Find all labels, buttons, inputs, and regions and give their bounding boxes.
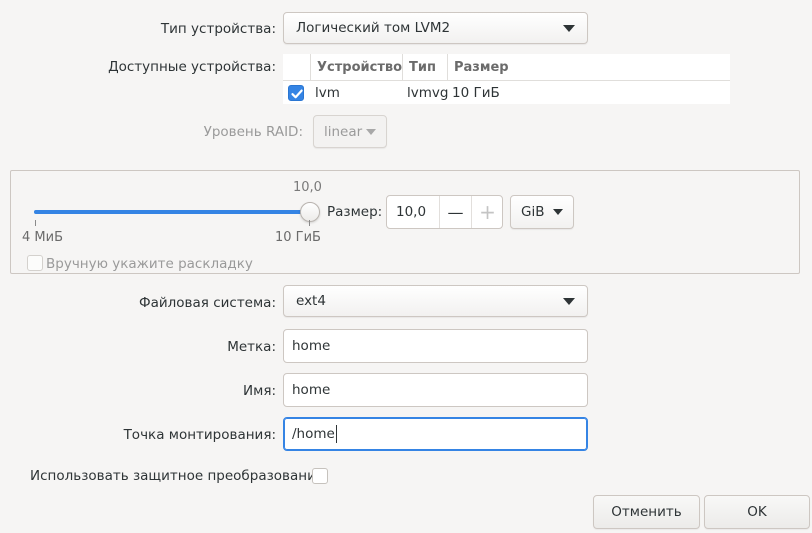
chevron-down-icon: [563, 24, 575, 32]
device-name-cell: lvm: [315, 85, 340, 101]
label-input-value: home: [292, 338, 331, 354]
filesystem-value: ext4: [296, 293, 326, 309]
size-spinbutton[interactable]: 10,0 — +: [386, 195, 503, 229]
slider-fill: [34, 210, 310, 214]
manual-layout-checkbox: [27, 255, 43, 271]
device-type-value: Логический том LVM2: [296, 20, 451, 36]
size-slider[interactable]: [34, 210, 310, 214]
label-field-label: Метка:: [227, 339, 276, 355]
slider-min-mark: [35, 220, 36, 226]
slider-value-label: 10,0: [293, 180, 322, 195]
mountpoint-input[interactable]: /home: [283, 417, 588, 451]
raid-level-label: Уровень RAID:: [203, 124, 303, 140]
size-value[interactable]: 10,0: [396, 196, 426, 228]
slider-min-label: 4 МиБ: [22, 230, 63, 245]
filesystem-label: Файловая система:: [139, 295, 276, 311]
name-field-label: Имя:: [243, 383, 276, 399]
column-header-size[interactable]: Размер: [447, 54, 730, 81]
size-unit-combo[interactable]: GiB: [510, 195, 574, 229]
cancel-button[interactable]: Отменить: [593, 495, 700, 529]
chevron-down-icon: [553, 209, 563, 215]
device-checkbox[interactable]: [288, 85, 304, 101]
device-type-label: Тип устройства:: [160, 21, 276, 37]
device-type-cell: lvmvg: [407, 85, 449, 101]
size-label: Размер:: [327, 204, 383, 220]
chevron-down-icon: [366, 128, 376, 135]
checkmark-icon: [291, 89, 303, 99]
device-type-combo[interactable]: Логический том LVM2: [283, 12, 588, 44]
ok-button[interactable]: OK: [704, 495, 810, 529]
column-header-device[interactable]: Устройство: [310, 54, 402, 81]
table-header: Устройство Тип Размер: [283, 54, 730, 81]
name-input[interactable]: home: [283, 373, 588, 407]
device-size-cell: 10 ГиБ: [452, 85, 500, 101]
encryption-checkbox[interactable]: [312, 468, 328, 484]
increment-button[interactable]: +: [471, 196, 503, 228]
filesystem-combo[interactable]: ext4: [283, 285, 588, 317]
chevron-down-icon: [563, 297, 575, 305]
size-unit-value: GiB: [521, 204, 545, 220]
column-header-type[interactable]: Тип: [402, 54, 447, 81]
name-input-value: home: [292, 382, 331, 398]
mountpoint-label: Точка монтирования:: [123, 427, 276, 443]
mountpoint-input-value: /home: [292, 426, 335, 442]
available-devices-table: Устройство Тип Размер lvm lvmvg 10 ГиБ: [283, 54, 730, 104]
manual-layout-label: Вручную укажите раскладку: [46, 256, 253, 272]
raid-level-combo: linear: [313, 115, 387, 148]
slider-max-mark: [309, 220, 310, 226]
raid-level-value: linear: [324, 123, 363, 140]
label-input[interactable]: home: [283, 329, 588, 363]
slider-max-label: 10 ГиБ: [275, 230, 321, 245]
available-devices-label: Доступные устройства:: [108, 59, 276, 75]
text-cursor: [335, 425, 337, 443]
encryption-label: Использовать защитное преобразование:: [30, 468, 329, 484]
slider-handle[interactable]: [300, 202, 320, 222]
decrement-button[interactable]: —: [439, 196, 471, 228]
